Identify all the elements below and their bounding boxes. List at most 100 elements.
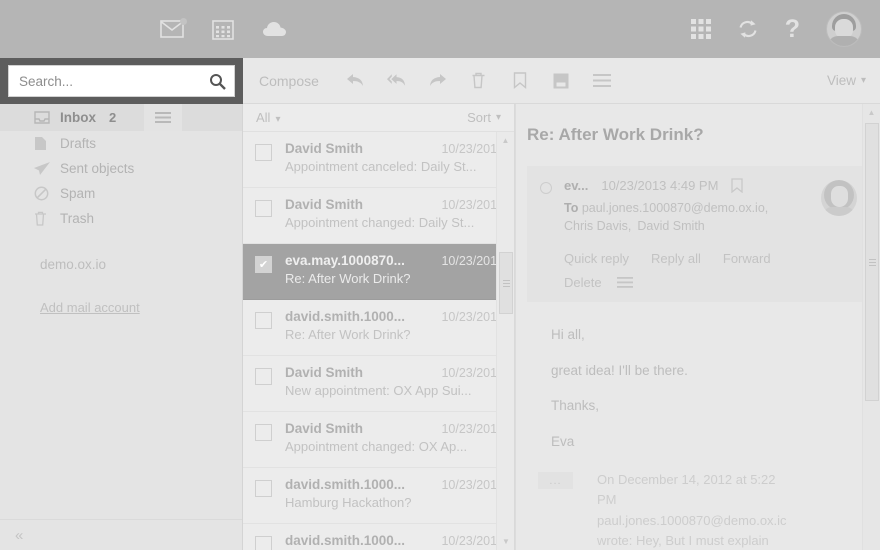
folder-sidebar: Inbox 2 Drafts Sent objects Spam Trash d… (0, 104, 243, 550)
add-mail-account-link[interactable]: Add mail account (40, 300, 242, 315)
mail-list-panel: All ▾ Sort ▾ ✔ David Smith 10/23/2013 Appo… (243, 104, 515, 550)
mail-date: 10/23/2013 (441, 366, 504, 380)
mail-sender: david.smith.1000... (285, 533, 406, 548)
drafts-file-icon (34, 136, 56, 151)
spam-ban-icon (34, 186, 56, 201)
mail-date: 10/23/2013 (441, 534, 504, 548)
mail-date: 10/23/2013 (441, 198, 504, 212)
quick-reply-button[interactable]: Quick reply (564, 251, 629, 266)
detail-date: 10/23/2013 4:49 PM (601, 178, 719, 193)
mail-list-scrollbar[interactable]: ▲ ▼ (496, 132, 514, 550)
mail-unread-badge (180, 18, 187, 25)
mail-date: 10/23/2013 (441, 254, 504, 268)
mail-subject: Appointment canceled: Daily St... (285, 159, 477, 174)
search-container (0, 58, 243, 104)
search-icon[interactable] (209, 73, 226, 90)
scrollbar-grip-icon (502, 278, 510, 289)
row-checkbox[interactable]: ✔ (255, 256, 272, 273)
help-icon[interactable]: ? (785, 16, 800, 42)
row-checkbox[interactable]: ✔ (255, 312, 272, 329)
archive-icon[interactable] (551, 71, 571, 91)
more-menu-icon[interactable] (616, 277, 633, 289)
mail-icon[interactable] (160, 18, 187, 38)
scrollbar-grip-icon (868, 257, 876, 268)
sidebar-item-trash[interactable]: Trash (0, 206, 242, 231)
mail-sender: david.smith.1000... (285, 477, 406, 492)
reply-all-icon[interactable] (386, 71, 407, 91)
filter-dropdown[interactable]: All ▾ (256, 110, 280, 125)
detail-subject: Re: After Work Drink? (527, 125, 704, 144)
view-dropdown[interactable]: View ▾ (827, 73, 866, 88)
mail-list-item-selected[interactable]: ✔ eva.may.1000870... 10/23/2013 Re: Afte… (243, 244, 514, 300)
user-avatar[interactable] (826, 11, 862, 47)
mail-list-item[interactable]: ✔ david.smith.1000... 10/23/2013 Hamburg… (243, 468, 514, 524)
mail-toolbar: Compose View ▾ (243, 58, 880, 104)
row-checkbox[interactable]: ✔ (255, 536, 272, 550)
sidebar-item-label: Drafts (60, 136, 97, 151)
reply-icon[interactable] (346, 71, 366, 91)
message-body: Hi all, great idea! I'll be there. Thank… (551, 328, 870, 448)
row-checkbox[interactable]: ✔ (255, 480, 272, 497)
row-checkbox[interactable]: ✔ (255, 200, 272, 217)
mail-list-item[interactable]: ✔ David Smith 10/23/2013 New appointment… (243, 356, 514, 412)
mail-app-window: ? Inbox 2 (0, 0, 880, 550)
mail-date: 10/23/2013 (441, 310, 504, 324)
mail-subject: Appointment changed: Daily St... (285, 215, 475, 230)
sidebar-item-label: Trash (60, 211, 95, 226)
sidebar-item-label: Sent objects (60, 161, 135, 176)
reply-all-button[interactable]: Reply all (651, 251, 701, 266)
app-launcher-icon[interactable] (690, 19, 711, 39)
delete-trash-icon[interactable] (469, 71, 489, 91)
sidebar-item-spam[interactable]: Spam (0, 181, 242, 206)
unread-toggle-icon[interactable] (540, 182, 552, 194)
forward-button[interactable]: Forward (723, 251, 771, 266)
mail-date: 10/23/2013 (441, 422, 504, 436)
drive-cloud-icon[interactable] (262, 20, 288, 38)
mail-list-item[interactable]: ✔ David Smith 10/23/2013 Appointment cha… (243, 188, 514, 244)
scroll-down-arrow-icon[interactable]: ▼ (497, 533, 514, 550)
scroll-up-arrow-icon[interactable]: ▲ (863, 104, 880, 121)
forward-icon[interactable] (428, 71, 448, 91)
mail-list-item[interactable]: ✔ david.smith.1000... 10/23/2013 Re: Aft… (243, 300, 514, 356)
flag-bookmark-icon[interactable] (510, 71, 530, 91)
more-menu-icon[interactable] (592, 71, 612, 91)
inbox-unread-count: 2 (109, 110, 117, 125)
inbox-folder-menu-icon[interactable] (144, 104, 182, 131)
scrollbar-thumb[interactable] (865, 123, 879, 401)
top-bar: ? (0, 0, 880, 58)
bookmark-icon[interactable] (731, 178, 744, 193)
recipient-2: Chris Davis, (564, 219, 632, 234)
quoted-message: ... On December 14, 2012 at 5:22 PM paul… (538, 470, 870, 550)
mail-subject: Appointment changed: OX Ap... (285, 439, 468, 454)
row-checkbox[interactable]: ✔ (255, 424, 272, 441)
detail-action-links: Quick reply Reply all Forward Delete (564, 251, 857, 290)
account-name[interactable]: demo.ox.io (40, 257, 242, 272)
compose-button[interactable]: Compose (259, 73, 319, 89)
body-line: Thanks, (551, 398, 600, 414)
mail-list-item[interactable]: ✔ David Smith 10/23/2013 Appointment cha… (243, 412, 514, 468)
sidebar-item-sent-objects[interactable]: Sent objects (0, 156, 242, 181)
calendar-icon[interactable] (212, 19, 234, 40)
sidebar-item-drafts[interactable]: Drafts (0, 131, 242, 156)
sidebar-item-inbox[interactable]: Inbox 2 (0, 104, 242, 131)
refresh-icon[interactable] (737, 19, 759, 39)
search-box[interactable] (8, 65, 235, 97)
row-checkbox[interactable]: ✔ (255, 368, 272, 385)
mail-list-header: All ▾ Sort ▾ (243, 104, 514, 132)
detail-scrollbar[interactable]: ▲ (862, 104, 880, 550)
row-checkbox[interactable]: ✔ (255, 144, 272, 161)
expand-quote-button[interactable]: ... (538, 472, 573, 490)
mail-list-item[interactable]: ✔ david.smith.1000... 10/23/2013 (243, 524, 514, 550)
mail-list-item[interactable]: ✔ David Smith 10/23/2013 Appointment can… (243, 132, 514, 188)
mail-sender: david.smith.1000... (285, 309, 406, 324)
delete-button[interactable]: Delete (564, 275, 602, 290)
top-bar-app-switcher (160, 0, 288, 58)
search-input[interactable] (19, 73, 209, 89)
chevron-down-icon: ▾ (495, 112, 501, 123)
scroll-up-arrow-icon[interactable]: ▲ (497, 132, 514, 149)
sort-dropdown[interactable]: Sort ▾ (467, 110, 501, 125)
trash-icon (34, 211, 56, 226)
scrollbar-thumb[interactable] (499, 252, 513, 314)
mail-sender: David Smith (285, 421, 364, 436)
collapse-sidebar-button[interactable]: « (0, 519, 242, 550)
